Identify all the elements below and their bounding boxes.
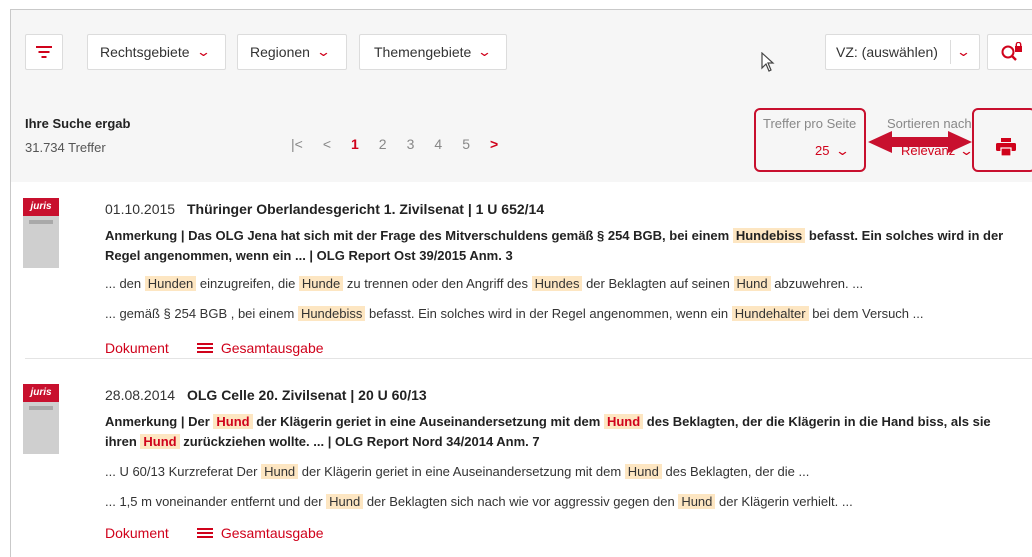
search-hit: Hunden: [144, 276, 197, 291]
gesamtausgabe-link[interactable]: Gesamtausgabe: [221, 340, 324, 356]
page-link[interactable]: 4: [434, 136, 442, 152]
printer-icon[interactable]: [996, 138, 1016, 156]
thumbnail-mark: [29, 406, 53, 410]
search-hit: Hund: [603, 414, 644, 429]
text-segment: ... U 60/13 Kurzreferat Der: [105, 464, 262, 479]
text-segment: abzuwehren. ...: [770, 276, 864, 291]
first-page-button[interactable]: |<: [291, 136, 303, 152]
dropdown-label: Themengebiete: [374, 44, 472, 60]
filter-toolbar: Rechtsgebiete ⌄ Regionen ⌄ Themengebiete…: [11, 10, 1032, 92]
result-divider: [25, 358, 1032, 359]
vz-select[interactable]: VZ: (auswählen) ⌄: [825, 34, 980, 70]
search-button[interactable]: [987, 34, 1032, 70]
text-segment: bei dem Versuch ...: [808, 306, 924, 321]
search-hit: Hundebiss: [732, 228, 806, 243]
result-court: OLG Celle 20. Zivilsenat | 20 U 60/13: [186, 387, 427, 403]
pagination: |< < 1 2 3 4 5 >: [291, 136, 518, 152]
sort-label: Sortieren nach: [887, 116, 972, 131]
juris-logo: juris: [23, 198, 59, 216]
regionen-dropdown[interactable]: Regionen ⌄: [237, 34, 347, 70]
result-date: 01.10.2015: [105, 201, 176, 217]
result-links: Dokument Gesamtausgabe: [105, 525, 324, 541]
filter-icon: [36, 46, 52, 58]
dropdown-label: Rechtsgebiete: [100, 44, 190, 60]
result-item: juris 01.10.2015 Thüringer Oberlandesger…: [11, 182, 1032, 362]
search-hit: Hundebiss: [297, 306, 366, 321]
text-segment: der Klägerin geriet in eine Auseinanders…: [252, 414, 604, 429]
result-heading[interactable]: 01.10.2015 Thüringer Oberlandesgericht 1…: [105, 201, 544, 217]
text-segment: einzugreifen, die: [196, 276, 299, 291]
result-heading[interactable]: 28.08.2014 OLG Celle 20. Zivilsenat | 20…: [105, 387, 427, 403]
document-link[interactable]: Dokument: [105, 525, 169, 541]
result-abstract: Anmerkung | Der Hund der Klägerin geriet…: [105, 412, 1015, 452]
result-snippet: ... U 60/13 Kurzreferat Der Hund der Klä…: [105, 464, 1015, 479]
result-snippet: ... 1,5 m voneinander entfernt und der H…: [105, 494, 1015, 509]
result-list: juris 01.10.2015 Thüringer Oberlandesger…: [11, 182, 1032, 557]
search-hit: Hunde: [298, 276, 344, 291]
search-hit: Hund: [326, 494, 364, 509]
page-link[interactable]: 5: [462, 136, 470, 152]
result-links: Dokument Gesamtausgabe: [105, 340, 324, 356]
chevron-down-icon: ⌄: [315, 44, 332, 59]
app-frame: Rechtsgebiete ⌄ Regionen ⌄ Themengebiete…: [10, 9, 1032, 557]
search-hit: Hund: [140, 434, 180, 449]
double-arrow-icon: [868, 131, 972, 153]
divider: [950, 40, 951, 64]
result-snippet: ... gemäß § 254 BGB , bei einem Hundebis…: [105, 306, 1015, 321]
text-segment: ... den: [105, 276, 145, 291]
result-title: Ihre Suche ergab: [25, 116, 131, 131]
search-hit: Hundes: [531, 276, 583, 291]
mouse-cursor-icon: [761, 52, 775, 72]
text-segment: Anmerkung | Das OLG Jena hat sich mit de…: [105, 228, 733, 243]
text-segment: zurückziehen wollte. ... | OLG Report No…: [179, 434, 540, 449]
list-icon: [196, 343, 213, 353]
search-hit: Hundehalter: [731, 306, 809, 321]
document-thumbnail[interactable]: juris: [23, 198, 59, 268]
callout-box-per-page: [754, 108, 866, 172]
text-segment: ... gemäß § 254 BGB , bei einem: [105, 306, 298, 321]
result-count: 31.734 Treffer: [25, 140, 106, 155]
text-segment: der Klägerin geriet in eine Auseinanders…: [298, 464, 625, 479]
search-lock-icon: [1001, 42, 1022, 61]
thumbnail-mark: [29, 220, 53, 224]
filter-button[interactable]: [25, 34, 63, 70]
next-page-button[interactable]: >: [490, 136, 498, 152]
chevron-down-icon: ⌄: [955, 44, 972, 59]
list-icon: [196, 528, 213, 538]
themengebiete-dropdown[interactable]: Themengebiete ⌄: [359, 34, 507, 70]
result-abstract: Anmerkung | Das OLG Jena hat sich mit de…: [105, 226, 1015, 266]
search-hit: Hund: [213, 414, 253, 429]
result-court: Thüringer Oberlandesgericht 1. Zivilsena…: [186, 201, 545, 217]
prev-page-button[interactable]: <: [323, 136, 331, 152]
chevron-down-icon: ⌄: [195, 44, 211, 59]
search-hit: Hund: [678, 494, 716, 509]
document-link[interactable]: Dokument: [105, 340, 169, 356]
search-hit: Hund: [624, 464, 662, 479]
text-segment: der Klägerin verhielt. ...: [715, 494, 853, 509]
result-snippet: ... den Hunden einzugreifen, die Hunde z…: [105, 276, 1015, 291]
text-segment: der Beklagten auf seinen: [582, 276, 734, 291]
search-hit: Hund: [261, 464, 299, 479]
result-item: juris 28.08.2014 OLG Celle 20. Zivilsena…: [11, 368, 1032, 548]
document-thumbnail[interactable]: juris: [23, 384, 59, 454]
page-link[interactable]: 2: [379, 136, 387, 152]
page-link[interactable]: 3: [407, 136, 415, 152]
rechtsgebiete-dropdown[interactable]: Rechtsgebiete ⌄: [87, 34, 226, 70]
dropdown-label: Regionen: [250, 44, 310, 60]
page-link-current[interactable]: 1: [351, 136, 359, 152]
text-segment: Anmerkung | Der: [105, 414, 214, 429]
vz-label: VZ: (auswählen): [836, 44, 938, 60]
text-segment: der Beklagten sich nach wie vor aggressi…: [363, 494, 679, 509]
text-segment: zu trennen oder den Angriff des: [343, 276, 532, 291]
text-segment: des Beklagten, der die ...: [661, 464, 810, 479]
chevron-down-icon: ⌄: [477, 44, 493, 59]
text-segment: ... 1,5 m voneinander entfernt und der: [105, 494, 327, 509]
text-segment: befasst. Ein solches wird in der Regel a…: [365, 306, 732, 321]
result-date: 28.08.2014: [105, 387, 176, 403]
gesamtausgabe-link[interactable]: Gesamtausgabe: [221, 525, 324, 541]
search-hit: Hund: [733, 276, 771, 291]
juris-logo: juris: [23, 384, 59, 402]
